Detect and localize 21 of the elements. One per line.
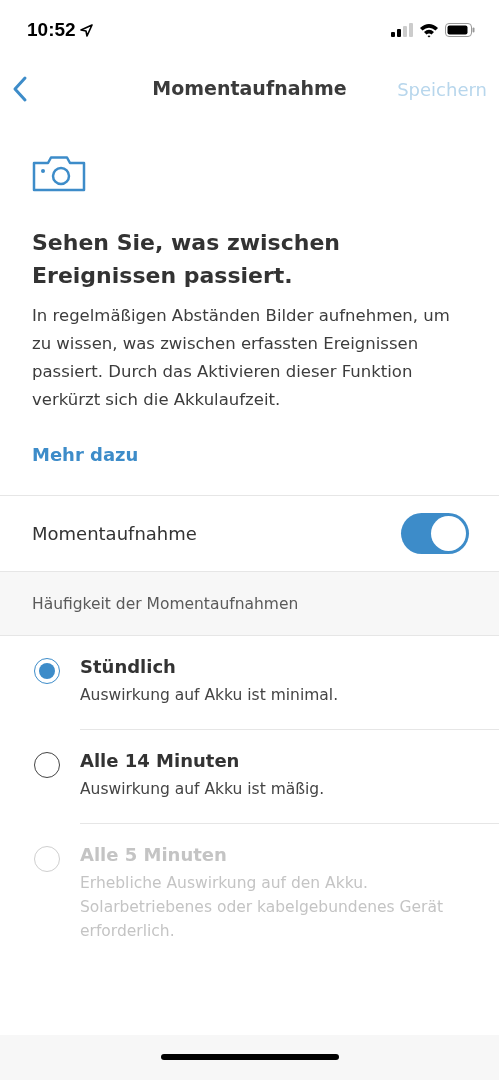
option-title: Stündlich (80, 656, 177, 677)
option-description: Auswirkung auf Akku ist minimal. (80, 685, 340, 706)
intro-text: In regelmäßigen Abständen Bilder aufnehmen, um zu wissen, was zwischen erfassten Ereignissen passiert. Durch das Aktivieren dieser Funktion verkürzt sich die Akkulaufzeit. (32, 305, 451, 411)
wifi-icon (419, 22, 439, 38)
intro-heading: Sehen Sie, was zwischen Ereignissen passiert. (32, 229, 341, 290)
section-title: Häufigkeit der Momentaufnahmen (32, 594, 299, 613)
radio-button[interactable] (34, 658, 60, 684)
radio-button[interactable] (34, 752, 60, 778)
status-time: 10:52 (27, 19, 76, 41)
location-arrow-icon (79, 23, 93, 37)
screen-title: Momentaufnahme (151, 77, 348, 99)
toggle-switch[interactable] (401, 513, 469, 554)
option-title: Alle 5 Minuten (80, 844, 228, 865)
learn-more-link[interactable]: Mehr dazu (32, 444, 139, 465)
option-description: Auswirkung auf Akku ist mäßig. (80, 779, 326, 800)
battery-icon (445, 23, 475, 37)
toggle-label: Momentaufnahme (32, 523, 197, 544)
camera-icon (32, 156, 86, 192)
signal-icon (391, 23, 413, 37)
option-description: Erhebliche Auswirkung auf den Akku. Solarbetriebenes oder kabelgebundenes Gerät erforderlich. (80, 873, 445, 942)
option-title: Alle 14 Minuten (80, 750, 241, 771)
